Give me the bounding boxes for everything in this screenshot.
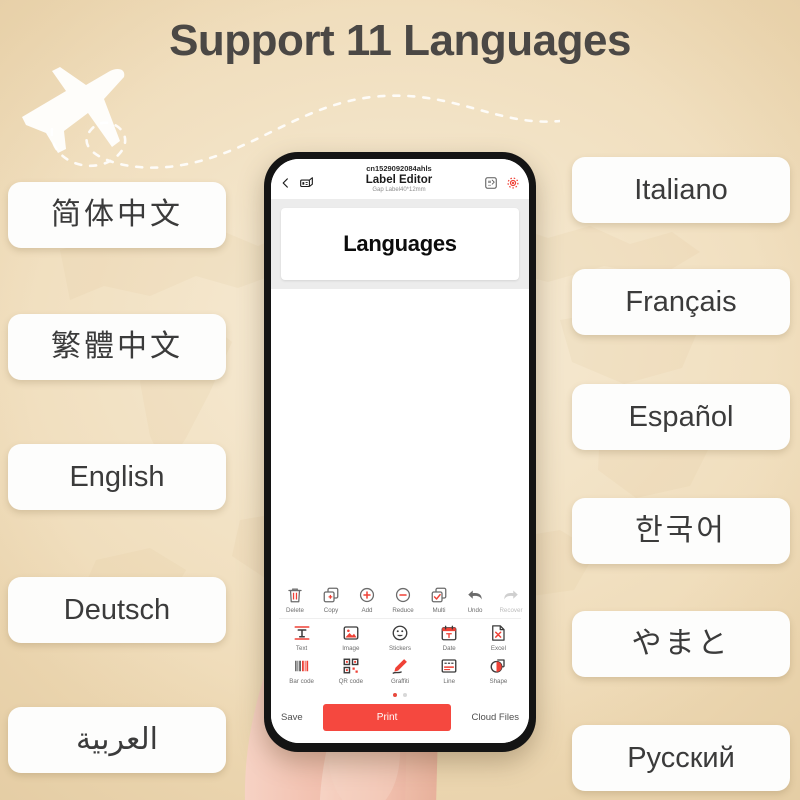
tool-text[interactable]: Text <box>277 624 326 652</box>
tool-label: Add <box>361 607 373 614</box>
language-chip-label: Deutsch <box>63 593 171 626</box>
tool-undo[interactable]: Undo <box>457 586 493 614</box>
language-chip-label: 한국어 <box>635 514 727 547</box>
plus-circle-icon <box>359 587 375 603</box>
undo-arrow-icon <box>468 590 482 600</box>
line-icon <box>441 659 457 673</box>
tool-add[interactable]: Add <box>349 586 385 614</box>
label-template-icon[interactable] <box>299 176 314 190</box>
toolbar-row-edit: Delete Copy Add Reduce Multi Undo Recove… <box>271 583 529 616</box>
editor-toolbar: Delete Copy Add Reduce Multi Undo Recove… <box>271 578 529 689</box>
tool-label: Line <box>443 678 456 685</box>
qrcode-icon <box>343 658 359 674</box>
tool-label: Text <box>295 645 308 652</box>
language-chip-label: Русский <box>627 741 735 774</box>
airplane-icon <box>22 67 125 153</box>
language-chip-arabic[interactable]: العربية <box>8 707 226 773</box>
language-chip-label: やまと <box>631 627 731 660</box>
language-chip-deutsch[interactable]: Deutsch <box>8 577 226 643</box>
language-chip-zh-hant[interactable]: 繁體中文 <box>8 314 226 380</box>
image-icon <box>343 626 359 640</box>
language-chip-italiano[interactable]: Italiano <box>572 157 790 223</box>
tool-date[interactable]: Date <box>425 624 474 652</box>
tool-label: Shape <box>489 678 508 685</box>
tool-label: Reduce <box>392 607 414 614</box>
text-icon <box>294 626 310 640</box>
tool-label: Copy <box>323 607 339 614</box>
tool-reduce[interactable]: Reduce <box>385 586 421 614</box>
excel-icon <box>492 625 506 641</box>
device-id: cn1529092084ahls <box>366 165 432 173</box>
shape-icon <box>490 659 506 673</box>
tool-shape[interactable]: Shape <box>474 657 523 685</box>
toolbar-divider <box>279 618 521 619</box>
scan-label-icon[interactable] <box>484 176 498 190</box>
language-chip-label: Français <box>625 285 737 318</box>
tool-label: Date <box>442 645 456 652</box>
tool-label: Graffiti <box>390 678 410 685</box>
language-chip-label: Español <box>628 400 734 433</box>
redo-arrow-icon <box>504 590 518 600</box>
tool-label: Bar code <box>289 678 314 685</box>
tool-excel[interactable]: Excel <box>474 624 523 652</box>
tool-barcode[interactable]: Bar code <box>277 657 326 685</box>
pager-dot-active[interactable] <box>393 693 397 697</box>
chevron-left-icon[interactable] <box>280 176 291 190</box>
sticker-icon <box>392 625 408 641</box>
copy-icon <box>323 587 339 603</box>
tool-copy[interactable]: Copy <box>313 586 349 614</box>
tool-line[interactable]: Line <box>425 657 474 685</box>
tool-delete[interactable]: Delete <box>277 586 313 614</box>
calendar-icon <box>441 625 457 641</box>
app-header: cn1529092084ahls Label Editor Gap Label4… <box>271 159 529 200</box>
toolbar-pager[interactable] <box>271 689 529 700</box>
language-chip-label: Italiano <box>634 173 728 206</box>
tool-image[interactable]: Image <box>326 624 375 652</box>
language-chip-label: 繁體中文 <box>51 330 183 363</box>
label-canvas-area[interactable]: Languages <box>271 199 529 578</box>
language-chip-english[interactable]: English <box>8 444 226 510</box>
tool-label: QR code <box>338 678 364 685</box>
canvas-blank-area <box>271 289 529 578</box>
header-right-icons <box>484 165 520 190</box>
tool-label: Stickers <box>389 645 412 652</box>
language-chip-label: العربية <box>76 723 158 756</box>
cloud-files-button[interactable]: Cloud Files <box>471 712 519 723</box>
toolbar-row-codes: Bar code QR code Graffiti Line Shape <box>271 654 529 687</box>
header-left-icons <box>280 165 314 190</box>
print-button[interactable]: Print <box>323 704 452 731</box>
barcode-icon <box>294 660 308 672</box>
trash-icon <box>288 588 302 603</box>
language-chip-label: 简体中文 <box>51 198 183 231</box>
phone-screen: cn1529092084ahls Label Editor Gap Label4… <box>271 159 529 743</box>
label-preview-card[interactable]: Languages <box>281 208 519 281</box>
pen-icon <box>392 659 407 674</box>
bottom-action-bar: Save Print Cloud Files <box>271 700 529 743</box>
gear-icon[interactable] <box>506 176 520 190</box>
label-text-element[interactable]: Languages <box>343 231 457 257</box>
tool-label: Multi <box>432 607 446 614</box>
toolbar-row-insert: Text Image Stickers Date Excel <box>271 621 529 654</box>
tool-label: Delete <box>286 607 304 614</box>
minus-circle-icon <box>395 587 411 603</box>
language-chip-label: English <box>69 460 165 493</box>
multi-select-icon <box>431 587 447 603</box>
phone-device: cn1529092084ahls Label Editor Gap Label4… <box>264 152 536 752</box>
tool-recover[interactable]: Recover <box>493 586 529 614</box>
language-chip-zh-hans[interactable]: 简体中文 <box>8 182 226 248</box>
app-title: Label Editor <box>365 173 433 186</box>
header-title-block: cn1529092084ahls Label Editor Gap Label4… <box>320 165 478 194</box>
tool-stickers[interactable]: Stickers <box>375 624 424 652</box>
tool-multi[interactable]: Multi <box>421 586 457 614</box>
pager-dot[interactable] <box>403 693 407 697</box>
tool-label: Undo <box>467 607 483 614</box>
tool-qrcode[interactable]: QR code <box>326 657 375 685</box>
tool-graffiti[interactable]: Graffiti <box>375 657 424 685</box>
tool-label: Image <box>342 645 360 652</box>
tool-label: Recover <box>499 607 523 614</box>
label-spec: Gap Label40*12mm <box>372 187 426 194</box>
phone-in-hand: cn1529092084ahls Label Editor Gap Label4… <box>244 152 542 800</box>
tool-label: Excel <box>490 645 506 652</box>
save-button[interactable]: Save <box>281 712 303 723</box>
